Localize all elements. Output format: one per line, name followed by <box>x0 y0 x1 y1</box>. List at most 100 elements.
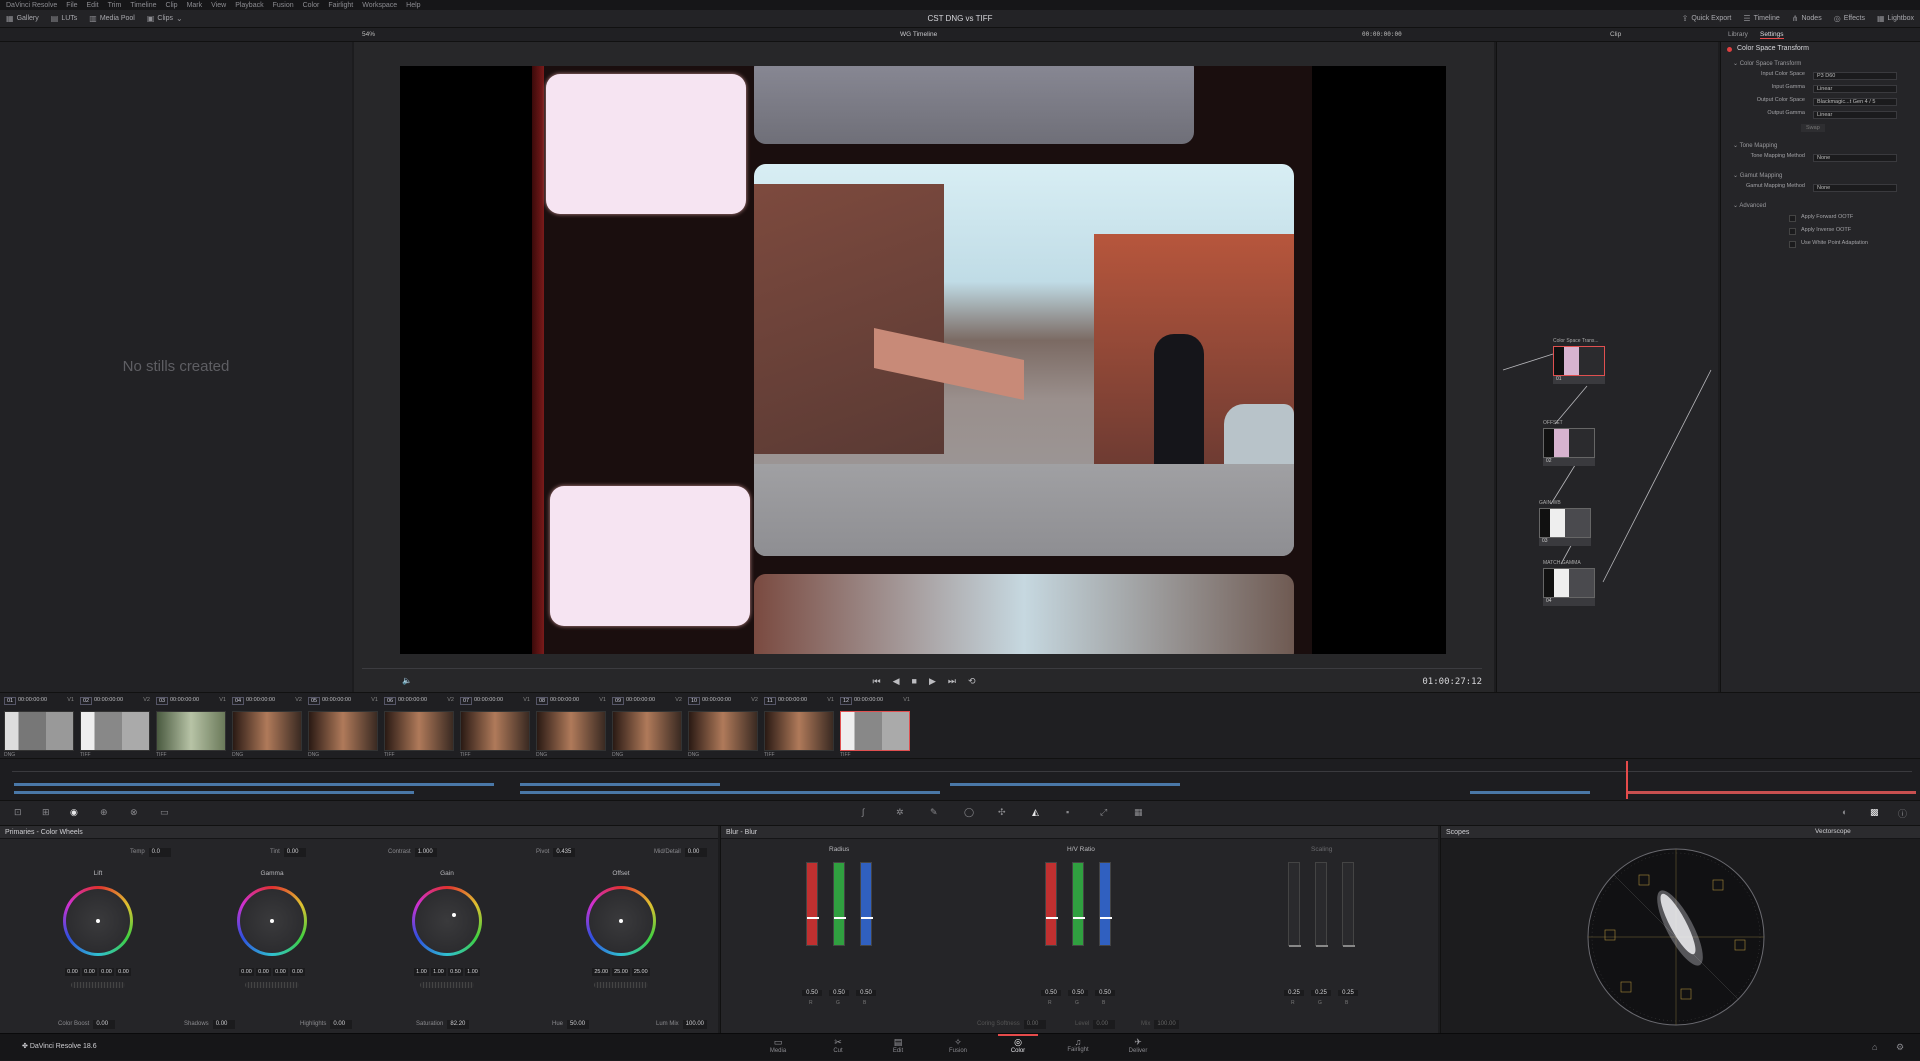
output-color-space-dropdown[interactable]: Blackmagic...t Gen 4 / 5 <box>1813 98 1897 106</box>
section-gamut-mapping[interactable]: ⌄ Gamut Mapping <box>1733 172 1782 179</box>
clip-thumbnail[interactable]: 01 00:00:00:00 V1 DNG <box>0 693 76 758</box>
param-value[interactable]: 0.0 <box>148 848 171 857</box>
param-value[interactable]: 0.00 <box>212 1020 235 1029</box>
wheel-puck[interactable] <box>619 919 623 923</box>
apply-forward-ootf-row[interactable]: Apply Forward OOTF <box>1721 214 1920 224</box>
info-icon[interactable]: ⓘ <box>1898 807 1907 820</box>
param-value[interactable]: 0.00 <box>93 1020 116 1029</box>
menu-item-file[interactable]: File <box>66 2 77 9</box>
menu-item-playback[interactable]: Playback <box>235 2 263 9</box>
menu-item-mark[interactable]: Mark <box>187 2 203 9</box>
tone-mapping-dropdown[interactable]: None <box>1813 154 1897 162</box>
3d-icon[interactable]: ▦ <box>1134 807 1143 818</box>
radius-slider-b[interactable] <box>860 862 873 946</box>
shadows-control[interactable]: Shadows 0.00 <box>184 1020 235 1029</box>
loop-icon[interactable]: ⟲ <box>968 676 976 687</box>
tint-control[interactable]: Tint 0.00 <box>270 848 306 857</box>
value-b[interactable]: 0.00 <box>290 968 305 976</box>
mix-control[interactable]: Mix 100.00 <box>1141 1020 1179 1029</box>
scaling-slider-g[interactable] <box>1315 862 1328 947</box>
white-point-adaptation-row[interactable]: Use White Point Adaptation <box>1721 240 1920 250</box>
temp-control[interactable]: Temp 0.0 <box>130 848 171 857</box>
section-advanced[interactable]: ⌄ Advanced <box>1733 202 1766 209</box>
page-fairlight[interactable]: ♫ Fairlight <box>1058 1034 1098 1061</box>
radius-value-g[interactable]: 0.50 <box>829 990 849 996</box>
menu-item-view[interactable]: View <box>211 2 226 9</box>
page-deliver[interactable]: ✈ Deliver <box>1118 1034 1158 1061</box>
input-color-space-dropdown[interactable]: P3 D60 <box>1813 72 1897 80</box>
param-value[interactable]: 1.000 <box>414 848 437 857</box>
scope-mode-dropdown[interactable]: Vectorscope <box>1815 828 1851 835</box>
settings-gear-icon[interactable]: ⚙ <box>1896 1042 1904 1053</box>
node-04[interactable]: MATCH GAMMA 04 <box>1543 560 1595 608</box>
color-wheels-icon[interactable]: ◉ <box>70 807 78 818</box>
checkbox[interactable] <box>1789 241 1796 248</box>
curves-icon[interactable]: ∫ <box>862 807 864 817</box>
value-b[interactable]: 1.00 <box>465 968 480 976</box>
page-cut[interactable]: ✂ Cut <box>818 1034 858 1061</box>
value-g[interactable]: 0.00 <box>273 968 288 976</box>
contrast-control[interactable]: Contrast 1.000 <box>388 848 437 857</box>
clip-thumbnail[interactable]: 11 00:00:00:00 V1 TIFF <box>760 693 836 758</box>
param-value[interactable]: 0.00 <box>330 1020 353 1029</box>
scopes-icon[interactable]: ▩ <box>1870 807 1879 818</box>
param-value[interactable]: 50.00 <box>567 1020 590 1029</box>
master-wheel[interactable] <box>71 982 125 988</box>
value-g[interactable]: 0.00 <box>99 968 114 976</box>
value-r[interactable]: 25.00 <box>592 968 611 976</box>
menu-item-fusion[interactable]: Fusion <box>273 2 294 9</box>
home-icon[interactable]: ⌂ <box>1872 1042 1877 1052</box>
clip-thumbnail[interactable]: 09 00:00:00:00 V2 DNG <box>608 693 684 758</box>
radius-value-r[interactable]: 0.50 <box>802 990 822 996</box>
stop-icon[interactable]: ■ <box>912 676 917 686</box>
pivot-control[interactable]: Pivot 0.435 <box>536 848 576 857</box>
motion-effects-icon[interactable]: ▭ <box>160 807 169 818</box>
menu-item-help[interactable]: Help <box>406 2 420 9</box>
tab-settings[interactable]: Settings <box>1760 31 1784 39</box>
hdr-icon[interactable]: ⊕ <box>100 807 108 818</box>
highlights-control[interactable]: Highlights 0.00 <box>300 1020 353 1029</box>
saturation-control[interactable]: Saturation 82.20 <box>416 1020 470 1029</box>
color-match-icon[interactable]: ⊞ <box>42 807 50 818</box>
clip-thumbnail[interactable]: 04 00:00:00:00 V2 DNG <box>228 693 304 758</box>
menu-item-trim[interactable]: Trim <box>108 2 122 9</box>
hv-value-g[interactable]: 0.50 <box>1068 990 1088 996</box>
param-value[interactable]: 100.00 <box>682 1020 708 1029</box>
param-value[interactable]: 0.00 <box>1093 1020 1116 1029</box>
radius-slider-g[interactable] <box>833 862 846 946</box>
menu-item-timeline[interactable]: Timeline <box>130 2 156 9</box>
mid-detail-control[interactable]: Mid/Detail 0.00 <box>654 848 707 857</box>
scaling-value-b[interactable]: 0.25 <box>1338 990 1358 996</box>
menu-item-color[interactable]: Color <box>303 2 320 9</box>
clip-thumbnail[interactable]: 07 00:00:00:00 V1 TIFF <box>456 693 532 758</box>
input-gamma-dropdown[interactable]: Linear <box>1813 85 1897 93</box>
value-y[interactable]: 0.00 <box>239 968 254 976</box>
value-y[interactable]: 1.00 <box>414 968 429 976</box>
clip-thumbnail[interactable]: 02 00:00:00:00 V2 TIFF <box>76 693 152 758</box>
node-02[interactable]: OFFSET 02 <box>1543 420 1595 468</box>
page-edit[interactable]: ▤ Edit <box>878 1034 918 1061</box>
speaker-icon[interactable]: 🔈 <box>402 676 412 685</box>
play-icon[interactable]: ▶ <box>929 676 936 687</box>
value-g[interactable]: 25.00 <box>612 968 630 976</box>
value-r[interactable]: 1.00 <box>431 968 446 976</box>
value-g[interactable]: 0.50 <box>448 968 463 976</box>
value-b[interactable]: 25.00 <box>631 968 650 976</box>
sizing-icon[interactable]: ⤢ <box>1100 807 1107 818</box>
value-r[interactable]: 0.00 <box>256 968 271 976</box>
param-value[interactable]: 0.435 <box>553 848 576 857</box>
section-color-space-transform[interactable]: ⌄ Color Space Transform <box>1733 60 1801 67</box>
gamut-mapping-dropdown[interactable]: None <box>1813 184 1897 192</box>
clip-thumbnail[interactable]: 05 00:00:00:00 V1 DNG <box>304 693 380 758</box>
level-control[interactable]: Level 0.00 <box>1075 1020 1116 1029</box>
swap-button[interactable]: Swap <box>1801 124 1825 132</box>
checkbox[interactable] <box>1789 228 1796 235</box>
value-b[interactable]: 0.00 <box>116 968 131 976</box>
value-r[interactable]: 0.00 <box>82 968 97 976</box>
wheel-puck[interactable] <box>270 919 274 923</box>
section-tone-mapping[interactable]: ⌄ Tone Mapping <box>1733 142 1777 149</box>
hv-slider-g[interactable] <box>1072 862 1085 946</box>
scaling-value-g[interactable]: 0.25 <box>1311 990 1331 996</box>
menu-item-workspace[interactable]: Workspace <box>362 2 397 9</box>
param-value[interactable]: 82.20 <box>447 1020 470 1029</box>
